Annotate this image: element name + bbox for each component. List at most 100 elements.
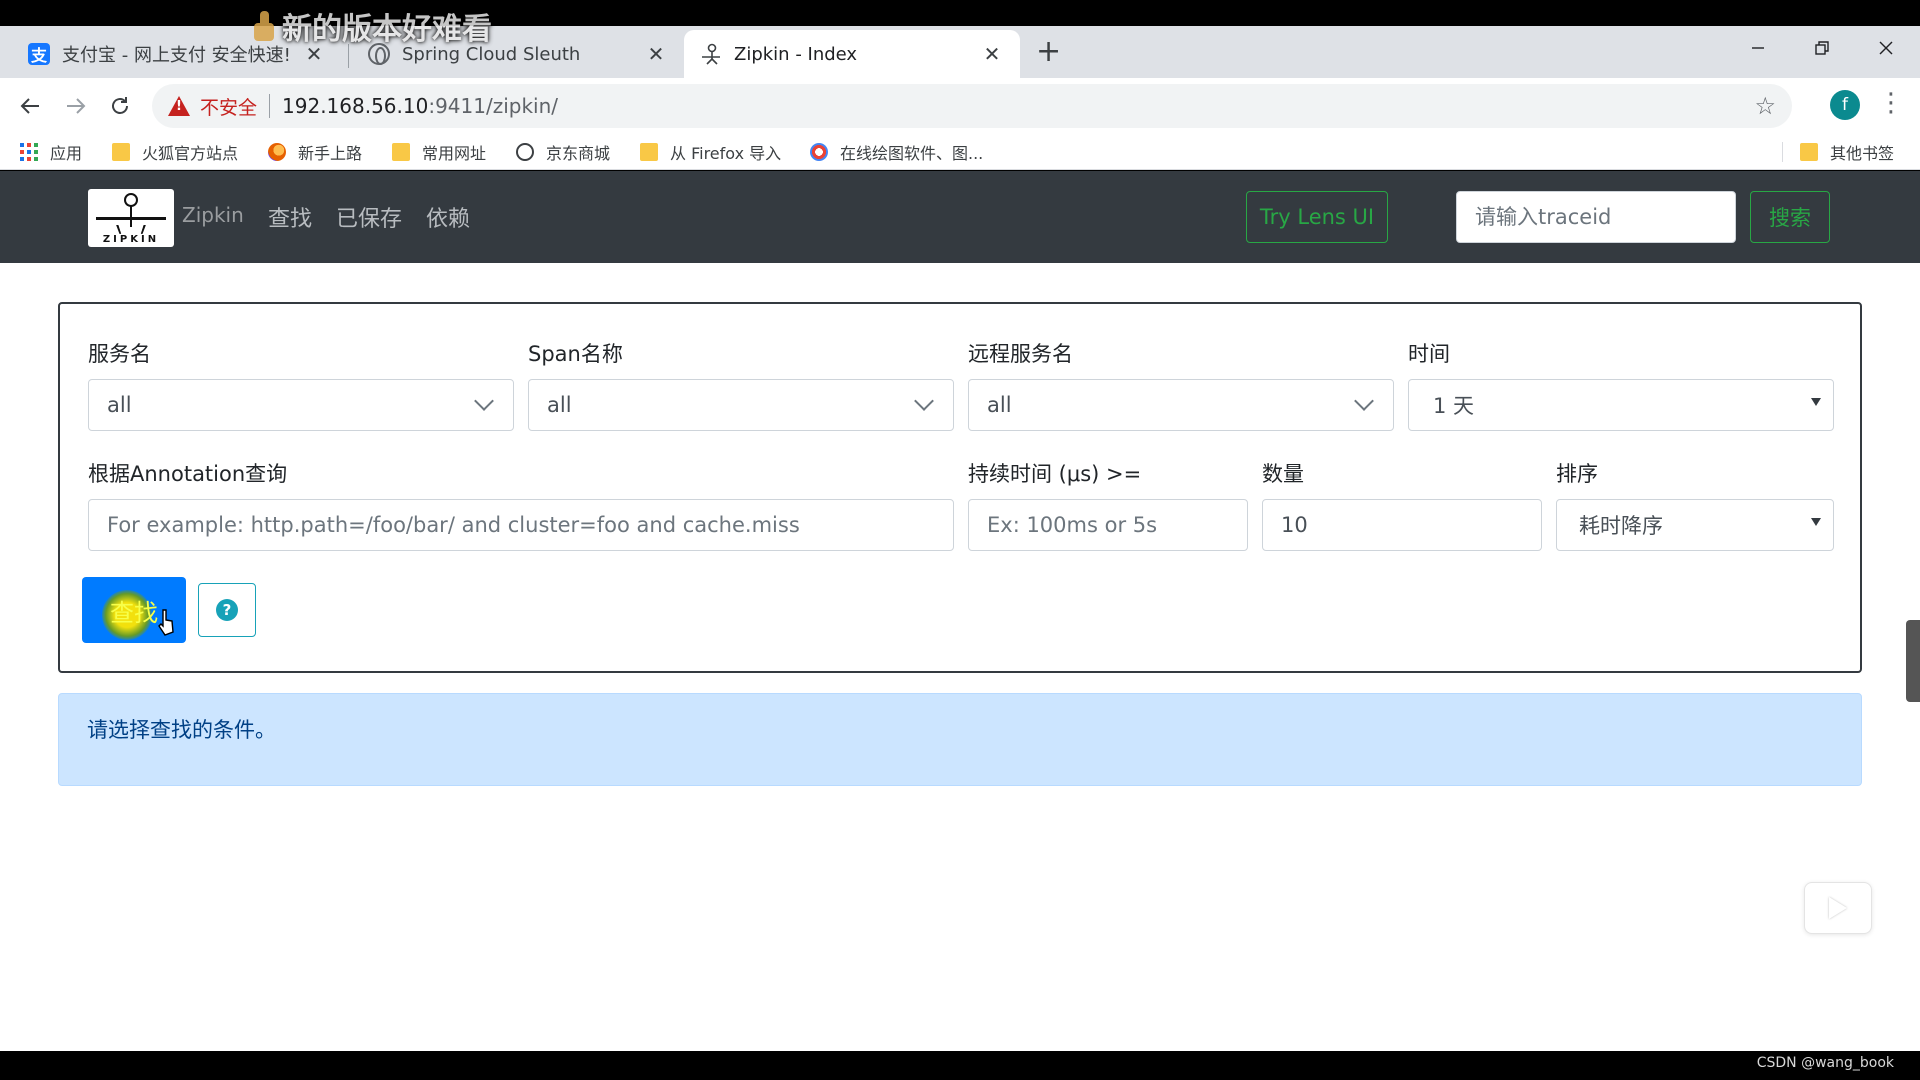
zipkin-logo[interactable]: ZIPKIN (88, 189, 174, 247)
zipkin-page: ZIPKIN Zipkin 查找 已保存 依赖 Try Lens UI 搜索 服… (0, 171, 1920, 1051)
tab-zipkin-index[interactable]: Zipkin - Index ✕ (684, 30, 1020, 78)
minimize-icon (1752, 47, 1764, 49)
hand-cursor-icon (158, 609, 174, 636)
security-label[interactable]: 不安全 (200, 93, 257, 120)
chevron-down-icon (1354, 391, 1374, 411)
bookmark-online-drawing[interactable]: 在线绘图软件、图... (810, 134, 983, 170)
remote-service-label: 远程服务名 (968, 342, 1073, 366)
chevron-down-icon (914, 391, 934, 411)
select-value: all (987, 393, 1012, 417)
close-window-button[interactable] (1856, 28, 1916, 68)
overlay-caption: 新的版本好难看 (250, 6, 492, 47)
globe-icon (516, 143, 534, 161)
apps-icon (20, 143, 38, 161)
url-host: 192.168.56.10 (282, 94, 429, 118)
new-tab-button[interactable]: + (1036, 34, 1061, 69)
folder-icon (392, 143, 410, 161)
bookmark-getting-started[interactable]: 新手上路 (268, 134, 362, 170)
logo-legs (116, 225, 146, 234)
reload-button[interactable] (100, 86, 140, 126)
limit-input[interactable]: 10 (1262, 499, 1542, 551)
chevron-down-icon (474, 391, 494, 411)
back-button[interactable] (10, 86, 50, 126)
select-value: all (107, 393, 132, 417)
play-icon (1829, 897, 1847, 919)
address-bar[interactable]: 不安全 192.168.56.10:9411/zipkin/ ☆ (152, 84, 1792, 128)
time-label: 时间 (1408, 342, 1450, 366)
menu-dots-icon[interactable]: ⋮ (1878, 88, 1904, 118)
sort-select[interactable]: 耗时降序 (1556, 499, 1834, 551)
try-lens-ui-button[interactable]: Try Lens UI (1246, 191, 1388, 243)
arrow-right-icon (67, 98, 86, 114)
bookmark-apps[interactable]: 应用 (20, 134, 82, 170)
browser-toolbar: 不安全 192.168.56.10:9411/zipkin/ ☆ f ⋮ (0, 78, 1920, 134)
span-name-label: Span名称 (528, 342, 623, 366)
firefox-icon (268, 143, 286, 161)
nav-dependencies[interactable]: 依赖 (426, 201, 470, 233)
logo-text: ZIPKIN (102, 234, 160, 245)
bookmarks-separator (1782, 142, 1783, 162)
question-icon: ? (216, 599, 238, 621)
info-alert: 请选择查找的条件。 (58, 693, 1862, 786)
service-name-select[interactable]: all (88, 379, 514, 431)
bookmark-label: 其他书签 (1830, 144, 1895, 163)
bookmark-label: 京东商城 (546, 144, 611, 163)
remote-service-select[interactable]: all (968, 379, 1394, 431)
nav-find[interactable]: 查找 (268, 201, 312, 233)
thumbs-up-icon (250, 11, 278, 41)
restore-button[interactable] (1792, 28, 1852, 68)
bookmark-star-icon[interactable]: ☆ (1754, 92, 1776, 120)
close-icon[interactable]: ✕ (644, 42, 668, 66)
alert-message: 请选择查找的条件。 (87, 718, 276, 742)
search-form-card: 服务名 all Span名称 all 远程服务名 all 时间 1 天 根据An… (58, 302, 1862, 673)
zipkin-icon (700, 43, 722, 65)
forward-button[interactable] (56, 86, 96, 126)
watermark: CSDN @wang_book (1756, 1055, 1894, 1071)
annotation-label: 根据Annotation查询 (88, 462, 288, 486)
bookmark-common-sites[interactable]: 常用网址 (392, 134, 486, 170)
drawing-icon (810, 143, 828, 161)
duration-input[interactable]: Ex: 100ms or 5s (968, 499, 1248, 551)
traceid-search-button[interactable]: 搜索 (1750, 191, 1830, 243)
caret-down-icon (1811, 518, 1821, 526)
reload-icon (112, 97, 128, 114)
bookmark-label: 火狐官方站点 (142, 144, 239, 163)
bookmark-label: 在线绘图软件、图... (840, 144, 984, 163)
traceid-input[interactable] (1456, 191, 1736, 243)
folder-icon (640, 143, 658, 161)
nav-saved[interactable]: 已保存 (336, 201, 402, 233)
tab-title: Zipkin - Index (734, 43, 858, 65)
bookmark-firefox-import[interactable]: 从 Firefox 导入 (640, 134, 781, 170)
close-icon (1879, 41, 1893, 55)
warning-icon (168, 96, 190, 116)
logo-circle (124, 193, 138, 207)
arrow-left-icon (20, 98, 39, 114)
bookmark-jd[interactable]: 京东商城 (516, 134, 610, 170)
side-panel-handle[interactable] (1906, 620, 1920, 702)
video-play-badge[interactable] (1804, 882, 1872, 934)
caret-down-icon (1811, 398, 1821, 406)
annotation-query-input[interactable]: For example: http.path=/foo/bar/ and clu… (88, 499, 954, 551)
alipay-icon: 支 (28, 43, 50, 65)
url-path: :9411/zipkin/ (428, 94, 559, 118)
find-button-label: 查找 (110, 598, 158, 627)
minimize-button[interactable] (1728, 28, 1788, 68)
brand-name[interactable]: Zipkin (182, 203, 244, 227)
span-name-select[interactable]: all (528, 379, 954, 431)
select-value: 耗时降序 (1579, 514, 1663, 538)
overlay-caption-text: 新的版本好难看 (282, 12, 492, 47)
bookmark-label: 应用 (50, 144, 83, 163)
bookmark-firefox-site[interactable]: 火狐官方站点 (112, 134, 238, 170)
close-icon[interactable]: ✕ (980, 42, 1004, 66)
help-button[interactable]: ? (198, 583, 256, 637)
bottom-strip (0, 1051, 1920, 1080)
select-value: all (547, 393, 572, 417)
bookmark-other[interactable]: 其他书签 (1800, 134, 1894, 170)
bookmark-label: 常用网址 (422, 144, 487, 163)
folder-icon (1800, 143, 1818, 161)
profile-avatar[interactable]: f (1830, 90, 1860, 120)
bookmark-label: 从 Firefox 导入 (670, 144, 782, 163)
time-select[interactable]: 1 天 (1408, 379, 1834, 431)
bookmark-label: 新手上路 (298, 144, 363, 163)
omnibox-separator (269, 94, 271, 118)
